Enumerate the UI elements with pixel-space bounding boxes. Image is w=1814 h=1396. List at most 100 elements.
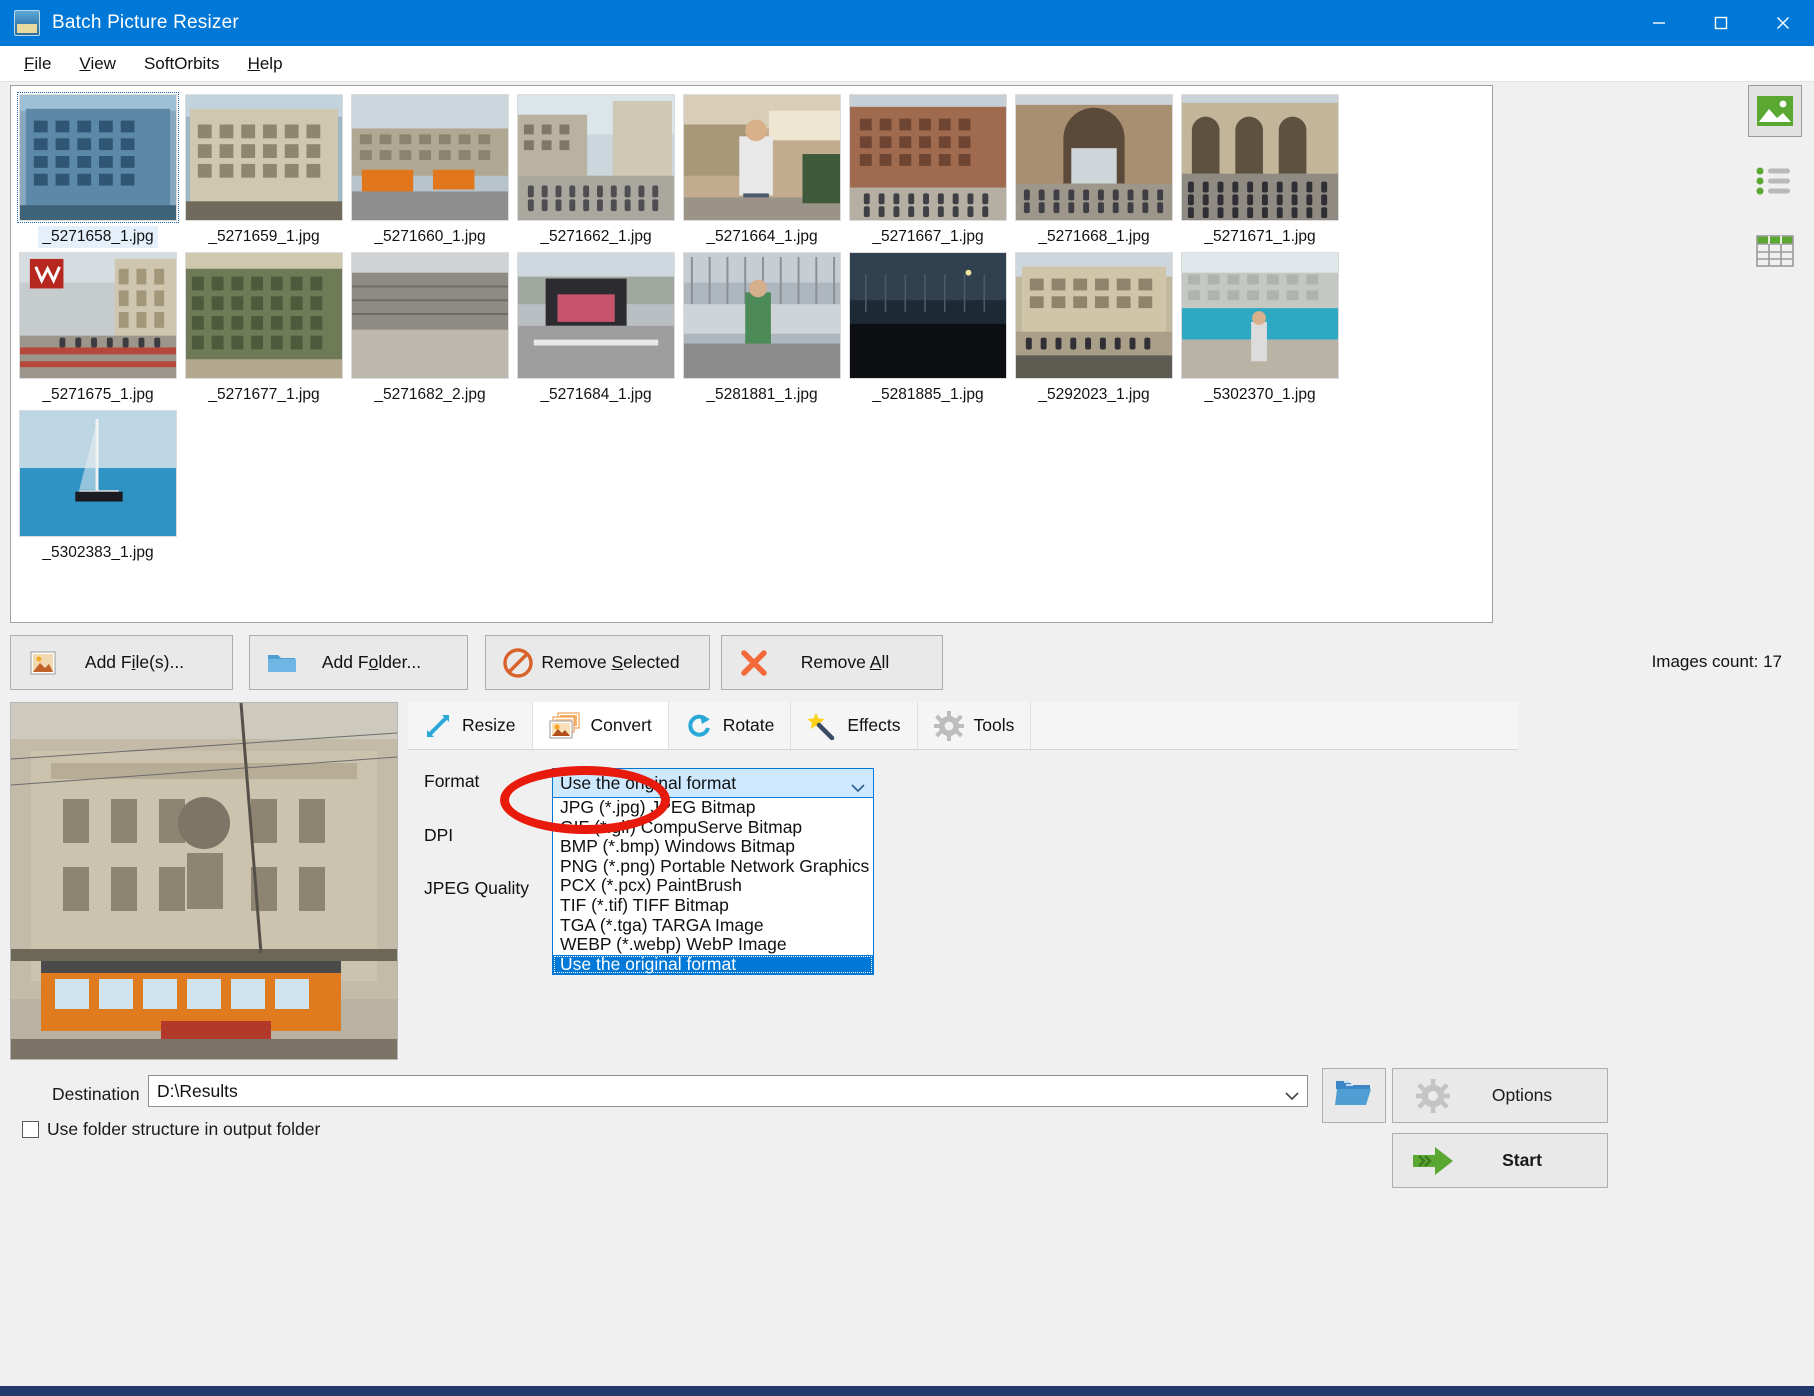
thumbnail-filename: _5271660_1.jpg <box>370 226 489 248</box>
preview-scene <box>11 703 397 1059</box>
thumbnail-image[interactable] <box>19 252 177 379</box>
thumbnail-filename: _5271677_1.jpg <box>204 384 323 406</box>
close-button[interactable] <box>1752 0 1814 46</box>
no-entry-icon <box>498 648 538 678</box>
add-image-icon <box>23 651 63 675</box>
gear-icon <box>1407 1079 1459 1113</box>
format-option[interactable]: PNG (*.png) Portable Network Graphics <box>553 857 873 877</box>
format-combobox-value: Use the original format <box>560 773 736 794</box>
thumbnail-image[interactable] <box>185 94 343 221</box>
start-label: Start <box>1459 1150 1607 1171</box>
thumbnail-item[interactable]: _5271675_1.jpg <box>17 252 179 406</box>
status-bar <box>0 1386 1814 1396</box>
format-option[interactable]: TGA (*.tga) TARGA Image <box>553 916 873 936</box>
thumbnail-view-icon[interactable] <box>1748 85 1802 137</box>
add-files-button[interactable]: Add File(s)... <box>10 635 233 690</box>
format-combobox[interactable]: Use the original format <box>552 768 874 798</box>
format-option[interactable]: PCX (*.pcx) PaintBrush <box>553 876 873 896</box>
thumbnail-panel[interactable]: _5271658_1.jpg _5271659_1.jpg _5271660_1… <box>10 85 1493 623</box>
red-x-icon <box>734 648 774 678</box>
thumbnail-item[interactable]: _5271667_1.jpg <box>847 94 1009 248</box>
format-dropdown-list[interactable]: JPG (*.jpg) JPEG BitmapGIF (*.gif) Compu… <box>552 798 874 975</box>
thumbnail-image[interactable] <box>185 252 343 379</box>
thumbnail-item[interactable]: _5271659_1.jpg <box>183 94 345 248</box>
thumbnail-filename: _5271684_1.jpg <box>536 384 655 406</box>
menu-item-view[interactable]: View <box>65 50 130 78</box>
tab-convert[interactable]: Convert <box>533 702 669 749</box>
thumbnail-item[interactable]: _5271658_1.jpg <box>17 94 179 248</box>
thumbnail-image[interactable] <box>517 94 675 221</box>
remove-all-label: Remove All <box>774 652 942 673</box>
minimize-button[interactable] <box>1628 0 1690 46</box>
thumbnail-image[interactable] <box>19 410 177 537</box>
thumbnail-image[interactable] <box>1015 252 1173 379</box>
tab-resize[interactable]: Resize <box>408 702 533 749</box>
thumbnail-image[interactable] <box>1181 252 1339 379</box>
dpi-label: DPI <box>424 825 453 846</box>
tab-effects[interactable]: Effects <box>791 702 917 749</box>
destination-input[interactable]: D:\Results <box>148 1075 1308 1107</box>
thumbnail-image[interactable] <box>19 94 177 221</box>
image-preview <box>10 702 398 1060</box>
add-folder-button[interactable]: Add Folder... <box>249 635 468 690</box>
format-option[interactable]: WEBP (*.webp) WebP Image <box>553 935 873 955</box>
thumbnail-image[interactable] <box>683 252 841 379</box>
remove-selected-button[interactable]: Remove Selected <box>485 635 710 690</box>
thumbnail-image[interactable] <box>1015 94 1173 221</box>
menu-item-softorbits[interactable]: SoftOrbits <box>130 50 234 78</box>
thumbnail-item[interactable]: _5302370_1.jpg <box>1179 252 1341 406</box>
thumbnail-item[interactable]: _5281885_1.jpg <box>847 252 1009 406</box>
chevron-down-icon[interactable] <box>1285 1085 1299 1106</box>
format-option[interactable]: TIF (*.tif) TIFF Bitmap <box>553 896 873 916</box>
thumbnail-item[interactable]: _5292023_1.jpg <box>1013 252 1175 406</box>
thumbnail-filename: _5292023_1.jpg <box>1034 384 1153 406</box>
add-folder-label: Add Folder... <box>302 652 467 673</box>
thumbnail-filename: _5281885_1.jpg <box>868 384 987 406</box>
thumbnail-item[interactable]: _5271660_1.jpg <box>349 94 511 248</box>
use-folder-structure-label: Use folder structure in output folder <box>47 1119 320 1140</box>
magic-wand-icon <box>807 712 837 740</box>
use-folder-structure-checkbox[interactable] <box>22 1121 39 1138</box>
thumbnail-filename: _5271675_1.jpg <box>38 384 157 406</box>
tab-effects-label: Effects <box>847 715 900 736</box>
thumbnail-image[interactable] <box>351 252 509 379</box>
use-folder-structure-checkbox-row[interactable]: Use folder structure in output folder <box>22 1119 320 1140</box>
thumbnail-item[interactable]: _5271671_1.jpg <box>1179 94 1341 248</box>
browse-folder-button[interactable] <box>1322 1068 1386 1123</box>
thumbnail-image[interactable] <box>351 94 509 221</box>
maximize-button[interactable] <box>1690 0 1752 46</box>
tab-tools[interactable]: Tools <box>918 702 1032 749</box>
format-option[interactable]: JPG (*.jpg) JPEG Bitmap <box>553 798 873 818</box>
menu-item-help[interactable]: Help <box>234 50 297 78</box>
format-option[interactable]: Use the original format <box>553 955 873 975</box>
list-view-icon[interactable] <box>1748 155 1802 207</box>
options-button[interactable]: Options <box>1392 1068 1608 1123</box>
thumbnail-image[interactable] <box>1181 94 1339 221</box>
menu-item-file[interactable]: FFileile <box>10 50 65 78</box>
thumbnail-filename: _5281881_1.jpg <box>702 384 821 406</box>
thumbnail-item[interactable]: _5302383_1.jpg <box>17 410 179 564</box>
start-button[interactable]: Start <box>1392 1133 1608 1188</box>
thumbnail-image[interactable] <box>517 252 675 379</box>
tab-rotate-label: Rotate <box>723 715 775 736</box>
thumbnail-item[interactable]: _5281881_1.jpg <box>681 252 843 406</box>
thumbnail-item[interactable]: _5271684_1.jpg <box>515 252 677 406</box>
open-folder-icon <box>1335 1078 1373 1113</box>
thumbnail-item[interactable]: _5271668_1.jpg <box>1013 94 1175 248</box>
thumbnail-item[interactable]: _5271664_1.jpg <box>681 94 843 248</box>
thumbnail-item[interactable]: _5271682_2.jpg <box>349 252 511 406</box>
options-label: Options <box>1459 1085 1607 1106</box>
thumbnail-item[interactable]: _5271662_1.jpg <box>515 94 677 248</box>
thumbnail-filename: _5302383_1.jpg <box>38 542 157 564</box>
tab-rotate[interactable]: Rotate <box>669 702 792 749</box>
thumbnail-filename: _5271658_1.jpg <box>38 226 157 248</box>
table-view-icon[interactable] <box>1748 225 1802 277</box>
thumbnail-image[interactable] <box>683 94 841 221</box>
remove-all-button[interactable]: Remove All <box>721 635 943 690</box>
thumbnail-image[interactable] <box>849 94 1007 221</box>
thumbnail-filename: _5271668_1.jpg <box>1034 226 1153 248</box>
thumbnail-item[interactable]: _5271677_1.jpg <box>183 252 345 406</box>
format-option[interactable]: GIF (*.gif) CompuServe Bitmap <box>553 818 873 838</box>
thumbnail-image[interactable] <box>849 252 1007 379</box>
format-option[interactable]: BMP (*.bmp) Windows Bitmap <box>553 837 873 857</box>
